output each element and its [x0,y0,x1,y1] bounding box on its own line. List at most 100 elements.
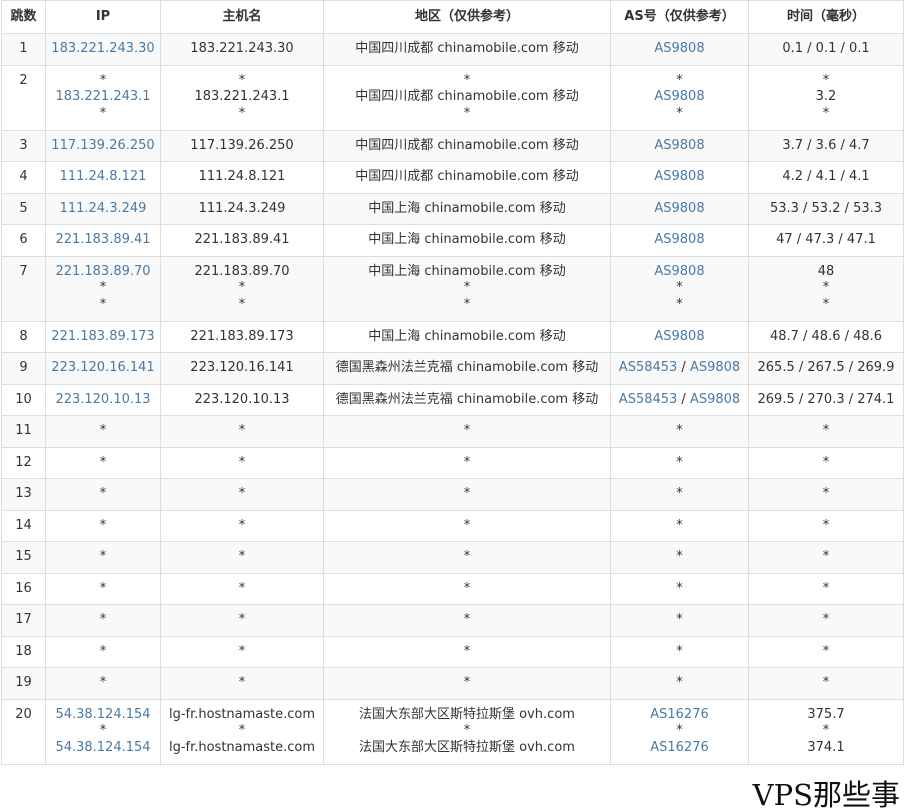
region-text: 中国四川成都 chinamobile.com 移动 [355,41,579,56]
as-text: * [676,454,683,470]
as-line: * [611,486,748,503]
as-link[interactable]: AS16276 [650,707,709,722]
as-text: * [676,612,683,627]
ip-link[interactable]: 111.24.3.249 [46,201,160,218]
hop-number: 3 [19,137,28,153]
region-cell: 中国四川成都 chinamobile.com 移动 [323,129,611,162]
hostname-text: 183.221.243.30 [190,41,294,56]
as-cell: AS16276 * AS16276 [610,698,749,765]
hop-number: 10 [15,391,32,407]
as-link[interactable]: AS58453 [619,360,678,375]
time-text: 3.7 / 3.6 / 4.7 [782,137,870,153]
table-row: 4 111.24.8.121 111.24.8.121 中国四川成都 chinamob… [1,161,904,194]
as-link[interactable]: AS58453 [619,392,678,407]
as-line: AS9808 [611,329,748,346]
as-line: * [611,297,748,314]
ip-cell: 183.221.243.30 [45,33,161,66]
ip-link: * [99,454,107,470]
as-link[interactable]: AS9808 [654,329,704,344]
region-cell: 中国上海 chinamobile.com 移动 [323,192,611,225]
ip-link[interactable]: 223.120.10.13 [46,392,160,409]
as-line: * [611,455,748,472]
as-separator: / [677,391,690,407]
as-link[interactable]: AS9808 [654,264,704,279]
as-text: * [676,72,683,88]
ip-link[interactable]: 183.221.243.30 [46,41,160,58]
hostname-cell: 117.139.26.250 [160,129,324,162]
header-time: 时间（毫秒） [748,0,904,34]
ip-link[interactable]: 223.120.16.141 [46,360,160,377]
as-line: AS9808 [611,138,748,155]
ip-link: * [99,517,107,533]
ip-link: * [99,280,107,295]
as-line: * [611,644,748,661]
ip-link[interactable]: 117.139.26.250 [46,138,160,155]
header-hostname: 主机名 [160,0,324,34]
as-text: * [676,296,683,312]
ip-link[interactable]: 54.38.124.154 [46,740,160,757]
as-link[interactable]: AS9808 [690,392,740,407]
ip-cell: 111.24.8.121 [45,161,161,194]
as-link[interactable]: AS9808 [654,201,704,216]
time-cell: * [748,604,904,637]
as-line: * [611,423,748,440]
ip-link[interactable]: 183.221.243.1 [46,89,160,106]
hop-cell: 5 [1,192,46,225]
time-text: * [822,296,830,312]
hostname-text: 223.120.10.13 [194,391,290,407]
table-row: 10 223.120.10.13 223.120.10.13 德国黑森州法兰克福 ch… [1,383,904,416]
as-link[interactable]: AS9808 [654,169,704,184]
table-row: 15 * * * * * [1,541,904,574]
hop-cell: 20 [1,698,46,765]
ip-cell: 223.120.16.141 [45,352,161,385]
as-text: * [676,280,683,295]
hop-number: 4 [19,169,28,184]
region-text: 德国黑森州法兰克福 chinamobile.com 移动 [335,360,599,375]
ip-link[interactable]: 221.183.89.70 [46,264,160,281]
as-link[interactable]: AS9808 [654,41,704,56]
as-link[interactable]: AS16276 [650,740,709,755]
hostname-text: 183.221.243.1 [194,89,290,104]
time-text: * [822,580,830,596]
hop-number: 2 [19,72,28,88]
region-text: * [463,486,471,501]
ip-cell: * [45,572,161,605]
hostname-cell: 111.24.8.121 [160,161,324,194]
as-link[interactable]: AS9808 [654,232,704,247]
hostname-cell: 183.221.243.30 [160,33,324,66]
region-cell: 中国四川成都 chinamobile.com 移动 [323,33,611,66]
region-cell: * [323,446,611,479]
hop-cell: 15 [1,541,46,574]
ip-link[interactable]: 54.38.124.154 [46,707,160,724]
time-text: 53.3 / 53.2 / 53.3 [769,200,883,216]
as-link[interactable]: AS9808 [654,138,704,153]
time-text: 375.7 [807,706,845,722]
hop-cell: 14 [1,509,46,542]
as-text: * [676,643,683,659]
hostname-cell: 111.24.3.249 [160,192,324,225]
time-cell: 0.1 / 0.1 / 0.1 [748,33,904,66]
hop-cell: 11 [1,415,46,448]
hostname-text: 117.139.26.250 [190,137,294,153]
hostname-cell: 223.120.10.13 [160,383,324,416]
ip-link[interactable]: 111.24.8.121 [46,169,160,186]
time-text: * [822,517,830,533]
ip-link[interactable]: 221.183.89.173 [46,329,160,346]
as-line: AS9808 [611,89,748,106]
ip-link[interactable]: 221.183.89.41 [46,232,160,249]
hop-number: 7 [19,263,28,279]
hop-number: 17 [15,612,32,627]
as-text: * [676,580,683,596]
ip-link: * [99,643,107,659]
region-text: * [463,105,471,121]
hostname-text: 221.183.89.173 [190,328,294,344]
as-link[interactable]: AS9808 [690,360,740,375]
as-line: AS9808 [611,201,748,218]
ip-cell: 223.120.10.13 [45,383,161,416]
hop-number: 14 [15,517,32,533]
region-text: * [463,723,471,738]
as-line: * [611,106,748,123]
as-line: AS9808 [611,264,748,281]
as-link[interactable]: AS9808 [654,89,704,104]
time-cell: 375.7 * 374.1 [748,698,904,765]
